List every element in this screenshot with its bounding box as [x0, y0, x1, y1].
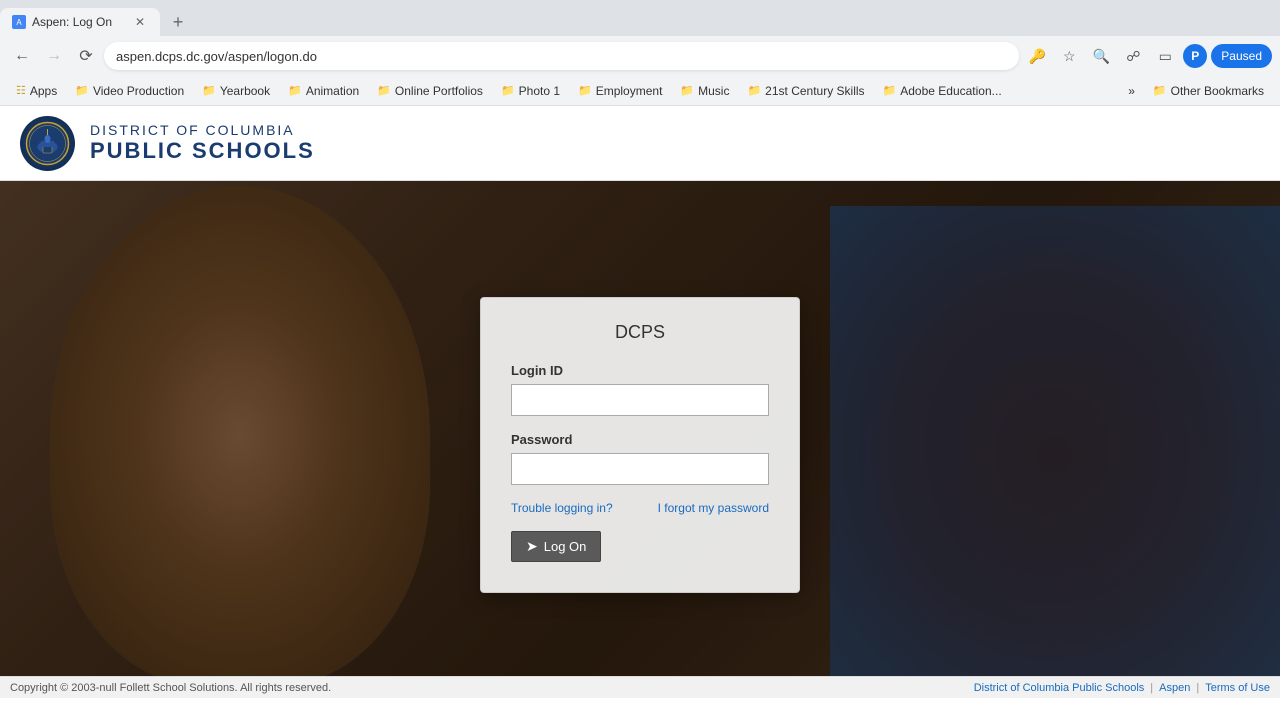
footer-aspen-link[interactable]: Aspen [1159, 682, 1190, 694]
footer-sep-2: | [1196, 682, 1199, 694]
login-title: DCPS [511, 322, 769, 343]
star-icon[interactable]: ☆ [1055, 42, 1083, 70]
dc-seal-icon [25, 121, 70, 166]
back-button[interactable]: ← [8, 42, 36, 70]
tab-favicon: A [12, 15, 26, 29]
bookmark-yearbook[interactable]: 📁 Yearbook [194, 82, 278, 100]
trouble-logging-link[interactable]: Trouble logging in? [511, 501, 613, 515]
screenshare-icon[interactable]: ▭ [1151, 42, 1179, 70]
footer-terms-link[interactable]: Terms of Use [1205, 682, 1270, 694]
tab-title: Aspen: Log On [32, 15, 124, 29]
bookmark-apps[interactable]: ☷ Apps [8, 82, 65, 100]
bookmark-employment-label: Employment [596, 84, 663, 98]
bookmark-icon: 📁 [578, 84, 592, 97]
logo-seal [20, 116, 75, 171]
bookmark-21st-century[interactable]: 📁 21st Century Skills [739, 82, 872, 100]
bookmark-music[interactable]: 📁 Music [672, 82, 737, 100]
paused-label: Paused [1221, 49, 1262, 63]
address-bar[interactable] [104, 42, 1019, 70]
profile-button[interactable]: P [1183, 44, 1207, 68]
bookmark-other[interactable]: 📁 Other Bookmarks [1145, 82, 1272, 100]
bookmark-video-label: Video Production [93, 84, 184, 98]
bookmark-other-icon: 📁 [1153, 84, 1167, 97]
bookmark-adobe[interactable]: 📁 Adobe Education... [875, 82, 1010, 100]
login-id-group: Login ID [511, 363, 769, 416]
bookmark-adobe-label: Adobe Education... [900, 84, 1001, 98]
footer-copyright: Copyright © 2003-null Follett School Sol… [10, 682, 331, 694]
header-logo: DISTRICT OF COLUMBIA PUBLIC SCHOOLS [20, 116, 315, 171]
logon-arrow-icon: ➤ [526, 538, 538, 555]
bookmark-icon: 📁 [288, 84, 302, 97]
bookmark-music-label: Music [698, 84, 729, 98]
logon-button[interactable]: ➤ Log On [511, 531, 601, 562]
active-tab[interactable]: A Aspen: Log On ✕ [0, 8, 160, 36]
bookmark-icon: 📁 [75, 84, 89, 97]
bookmark-photo-label: Photo 1 [519, 84, 560, 98]
paused-button[interactable]: Paused [1211, 44, 1272, 68]
login-dialog: DCPS Login ID Password Trouble logging i… [480, 297, 800, 593]
nav-icons: 🔑 ☆ 🔍 ☍ ▭ P Paused [1023, 42, 1272, 70]
reload-button[interactable]: ⟳ [72, 42, 100, 70]
bookmark-video-production[interactable]: 📁 Video Production [67, 82, 192, 100]
bookmark-animation[interactable]: 📁 Animation [280, 82, 367, 100]
login-overlay: DCPS Login ID Password Trouble logging i… [0, 191, 1280, 698]
bookmark-icon: 📁 [747, 84, 761, 97]
reload-icon[interactable]: ☍ [1119, 42, 1147, 70]
search-icon[interactable]: 🔍 [1087, 42, 1115, 70]
bookmark-other-label: Other Bookmarks [1171, 84, 1264, 98]
login-links: Trouble logging in? I forgot my password [511, 501, 769, 515]
bookmark-icon: 📁 [680, 84, 694, 97]
bookmark-animation-label: Animation [306, 84, 359, 98]
new-tab-button[interactable]: + [164, 8, 192, 36]
bookmark-icon: 📁 [883, 84, 897, 97]
key-icon[interactable]: 🔑 [1023, 42, 1051, 70]
login-id-label: Login ID [511, 363, 769, 378]
page-content: DISTRICT OF COLUMBIA PUBLIC SCHOOLS DCPS… [0, 106, 1280, 698]
bookmarks-bar: ☷ Apps 📁 Video Production 📁 Yearbook 📁 A… [0, 76, 1280, 106]
footer-dcps-link[interactable]: District of Columbia Public Schools [974, 682, 1145, 694]
forward-button[interactable]: → [40, 42, 68, 70]
bookmark-21st-label: 21st Century Skills [765, 84, 864, 98]
forgot-password-link[interactable]: I forgot my password [658, 501, 769, 515]
bookmark-icon: 📁 [202, 84, 216, 97]
footer-sep-1: | [1150, 682, 1153, 694]
bookmark-photo1[interactable]: 📁 Photo 1 [493, 82, 568, 100]
login-id-input[interactable] [511, 384, 769, 416]
logo-text-bottom: PUBLIC SCHOOLS [90, 138, 315, 164]
password-label: Password [511, 432, 769, 447]
footer-links: District of Columbia Public Schools | As… [974, 682, 1270, 694]
bookmark-employment[interactable]: 📁 Employment [570, 82, 670, 100]
bookmark-portfolios-label: Online Portfolios [395, 84, 483, 98]
bookmark-icon: 📁 [501, 84, 515, 97]
page-footer: Copyright © 2003-null Follett School Sol… [0, 676, 1280, 698]
password-input[interactable] [511, 453, 769, 485]
bookmark-more-button[interactable]: » [1120, 82, 1143, 100]
bookmark-yearbook-label: Yearbook [220, 84, 270, 98]
navigation-bar: ← → ⟳ 🔑 ☆ 🔍 ☍ ▭ P Paused [0, 36, 1280, 76]
bookmark-online-portfolios[interactable]: 📁 Online Portfolios [369, 82, 491, 100]
bookmark-icon: ☷ [16, 84, 26, 97]
logo-text-top: DISTRICT OF COLUMBIA [90, 122, 315, 138]
bookmark-apps-label: Apps [30, 84, 57, 98]
logo-text: DISTRICT OF COLUMBIA PUBLIC SCHOOLS [90, 122, 315, 164]
password-group: Password [511, 432, 769, 485]
logon-button-label: Log On [544, 539, 587, 554]
site-header: DISTRICT OF COLUMBIA PUBLIC SCHOOLS [0, 106, 1280, 181]
tab-close-button[interactable]: ✕ [132, 14, 148, 30]
bookmark-icon: 📁 [377, 84, 391, 97]
